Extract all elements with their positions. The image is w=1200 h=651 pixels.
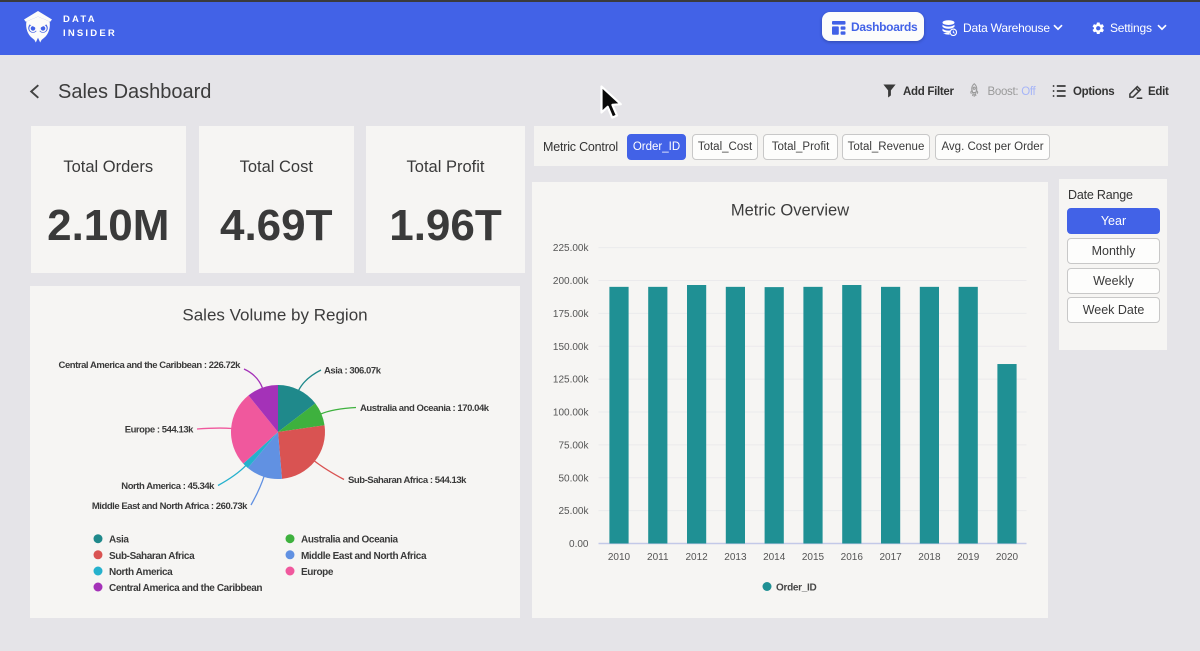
svg-text:Middle East and North Africa :: Middle East and North Africa : 260.73k bbox=[92, 501, 248, 512]
svg-text:2015: 2015 bbox=[802, 552, 825, 563]
svg-text:175.00k: 175.00k bbox=[553, 309, 590, 320]
svg-text:2010: 2010 bbox=[608, 552, 631, 563]
svg-text:2011: 2011 bbox=[647, 552, 669, 563]
svg-text:50.00k: 50.00k bbox=[558, 473, 589, 484]
svg-text:225.00k: 225.00k bbox=[553, 243, 590, 254]
svg-text:Sub-Saharan Africa : 544.13k: Sub-Saharan Africa : 544.13k bbox=[348, 475, 467, 486]
svg-text:Central America and the Caribb: Central America and the Caribbean : 226.… bbox=[59, 360, 242, 371]
svg-text:North America : 45.34k: North America : 45.34k bbox=[121, 481, 215, 492]
svg-text:100.00k: 100.00k bbox=[553, 408, 590, 419]
svg-text:2017: 2017 bbox=[879, 552, 902, 563]
svg-text:Australia and Oceania: Australia and Oceania bbox=[301, 535, 398, 546]
svg-text:200.00k: 200.00k bbox=[553, 276, 590, 287]
svg-text:2014: 2014 bbox=[763, 552, 786, 563]
svg-text:2016: 2016 bbox=[841, 552, 864, 563]
svg-text:Order_ID: Order_ID bbox=[776, 583, 816, 594]
svg-text:125.00k: 125.00k bbox=[553, 375, 590, 386]
svg-text:Sales Volume by Region: Sales Volume by Region bbox=[182, 306, 367, 325]
svg-text:25.00k: 25.00k bbox=[558, 506, 589, 517]
svg-text:2013: 2013 bbox=[724, 552, 747, 563]
svg-text:2018: 2018 bbox=[918, 552, 941, 563]
svg-text:Europe : 544.13k: Europe : 544.13k bbox=[125, 425, 194, 436]
svg-text:2012: 2012 bbox=[685, 552, 708, 563]
svg-text:Asia : 306.07k: Asia : 306.07k bbox=[324, 366, 382, 377]
svg-text:Sub-Saharan Africa: Sub-Saharan Africa bbox=[109, 551, 195, 562]
svg-text:75.00k: 75.00k bbox=[558, 440, 589, 451]
svg-text:Asia: Asia bbox=[109, 535, 129, 546]
svg-text:North America: North America bbox=[109, 567, 173, 578]
svg-text:Middle East and North Africa: Middle East and North Africa bbox=[301, 551, 427, 562]
svg-text:150.00k: 150.00k bbox=[553, 342, 590, 353]
svg-text:Metric Overview: Metric Overview bbox=[731, 202, 849, 220]
svg-text:Central America and the Caribb: Central America and the Caribbean bbox=[109, 583, 262, 594]
svg-text:2019: 2019 bbox=[957, 552, 980, 563]
svg-text:2020: 2020 bbox=[996, 552, 1019, 563]
svg-text:Europe: Europe bbox=[301, 567, 334, 578]
svg-text:Australia and Oceania : 170.04: Australia and Oceania : 170.04k bbox=[360, 403, 490, 414]
svg-text:0.00: 0.00 bbox=[569, 539, 589, 550]
